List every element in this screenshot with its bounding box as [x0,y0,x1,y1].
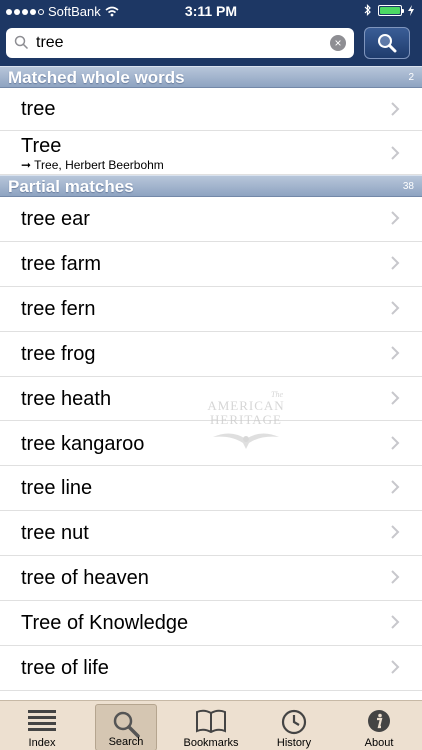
bluetooth-icon [364,4,371,16]
clock-icon [281,709,307,735]
tab-label: About [364,737,394,749]
tab-label: Bookmarks [183,737,239,749]
search-icon [14,35,29,50]
search-input[interactable] [36,32,326,54]
result-row[interactable]: tree of heaven [0,556,422,602]
watermark-heritage: HERITAGE [210,412,282,427]
chevron-right-icon [391,211,400,225]
clock: 3:11 PM [184,3,238,19]
battery-icon [378,4,404,16]
result-row[interactable]: tree [0,88,422,131]
result-word: tree ear [21,208,90,230]
chevron-right-icon [391,390,400,405]
top-bar: SoftBank 3:11 PM × [0,0,422,66]
result-row[interactable]: tree farm [0,242,422,287]
chevron-right-icon [391,525,400,540]
chevron-right-icon [391,435,400,450]
chevron-right-icon [391,660,400,674]
chevron-right-icon [391,102,400,116]
result-word: tree line [21,477,93,500]
result-row[interactable]: tree frog [0,332,422,377]
result-word: tree farm [21,252,102,275]
result-word: Tree [21,135,62,157]
list-icon [28,710,56,731]
chevron-right-icon [391,256,400,270]
section-header-partial: Partial matches 38 [0,175,422,197]
result-row[interactable]: tree of life [0,646,422,691]
result-word: tree nut [21,522,89,545]
eagle-emblem-icon [213,433,279,449]
result-cross-reference: ➞ Tree, Herbert Beerbohm [21,158,164,172]
tab-label: History [276,737,312,749]
status-right [364,4,414,16]
chevron-right-icon [391,146,400,160]
clear-search-icon[interactable]: × [330,35,346,51]
section-count: 2 [408,72,414,83]
search-field[interactable]: × [6,28,354,58]
tab-search[interactable]: Search [95,704,157,750]
result-word: tree of life [21,657,109,679]
status-bar: SoftBank 3:11 PM [0,0,422,22]
search-icon [113,711,140,738]
result-word: tree kangaroo [21,432,145,455]
result-row[interactable]: Tree of Knowledge [0,601,422,646]
tab-bookmarks[interactable]: Bookmarks [170,701,252,750]
result-row[interactable]: Tree ➞ Tree, Herbert Beerbohm [0,131,422,175]
result-word: tree of heaven [21,567,149,590]
section-count: 38 [402,181,414,192]
chevron-right-icon [391,570,400,584]
result-word: tree heath [21,387,112,410]
chevron-right-icon [391,345,400,360]
chevron-right-icon [391,615,400,629]
charging-bolt-icon [408,4,414,16]
watermark-american: AMERICAN [207,398,285,413]
tab-label: Search [108,736,144,748]
result-row[interactable]: tree ear [0,197,422,242]
result-row[interactable]: tree nut [0,511,422,557]
tab-history[interactable]: History [260,701,328,750]
section-title: Matched whole words [8,68,185,87]
result-word: tree [21,98,56,120]
magnifier-icon [378,34,397,53]
book-icon [196,709,226,733]
info-icon [368,710,390,732]
result-word: tree frog [21,342,96,365]
section-title: Partial matches [8,177,134,196]
tab-about[interactable]: About [345,701,413,750]
chevron-right-icon [391,480,400,495]
result-word: tree fern [21,297,96,320]
search-button[interactable] [364,27,410,59]
result-row[interactable]: tree line [0,466,422,512]
result-word: Tree of Knowledge [21,612,189,635]
tab-bar: Index Search Bookmarks History About [0,700,422,750]
tab-index[interactable]: Index [0,701,84,750]
chevron-right-icon [391,301,400,315]
section-header-matched: Matched whole words 2 [0,66,422,88]
tab-label: Index [28,737,56,749]
result-row[interactable]: tree fern [0,287,422,332]
american-heritage-watermark: The AMERICAN HERITAGE [205,390,287,470]
